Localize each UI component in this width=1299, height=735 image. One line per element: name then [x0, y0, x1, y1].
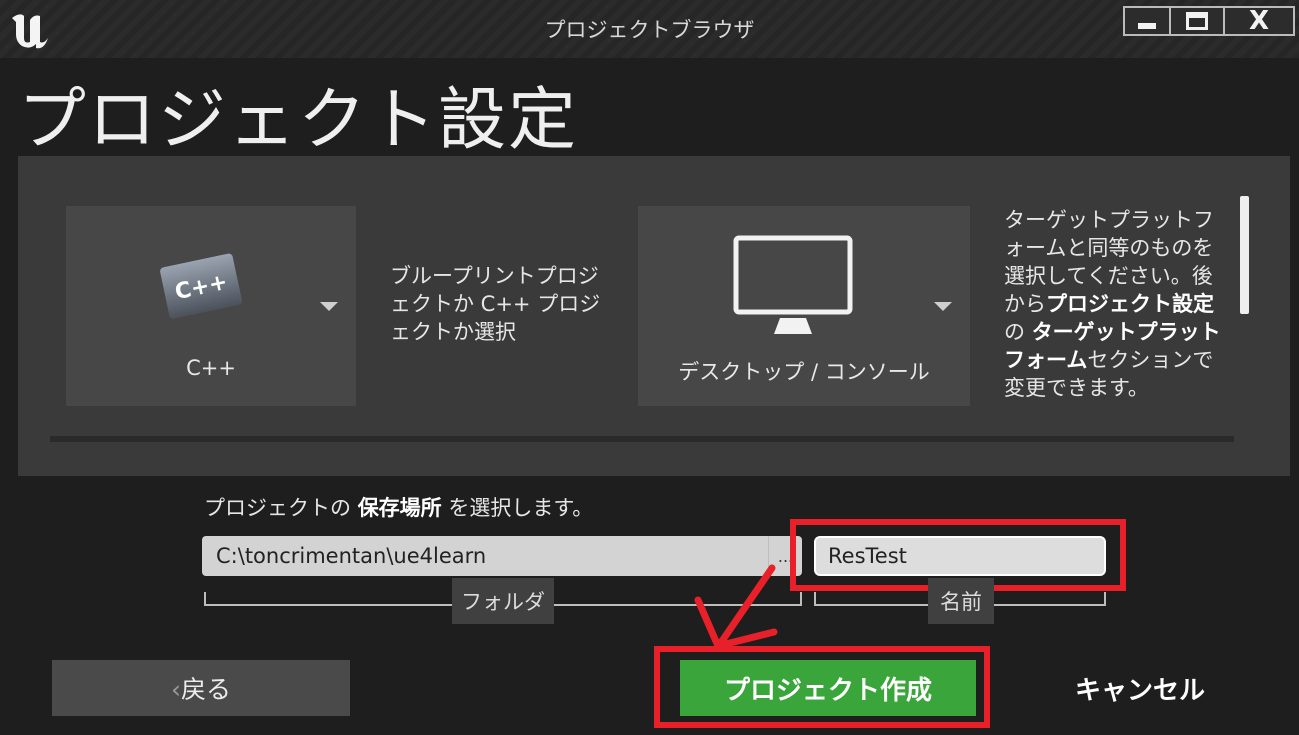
platform-desc-text: の	[1004, 320, 1032, 344]
title-bar: プロジェクトブラウザ X	[0, 0, 1299, 58]
back-button-label: 戻る	[180, 675, 231, 704]
annotation-arrow-icon	[694, 564, 778, 650]
close-icon: X	[1248, 6, 1270, 36]
window-controls: X	[1123, 6, 1295, 36]
maximize-button[interactable]	[1169, 6, 1225, 36]
name-label: 名前	[928, 578, 994, 624]
folder-label: フォルダ	[452, 578, 554, 624]
chevron-left-icon: ‹	[170, 675, 181, 704]
annotation-highlight-create	[654, 646, 990, 728]
panel-divider	[50, 436, 1234, 442]
target-platform-selector[interactable]: デスクトップ / コンソール	[638, 206, 970, 406]
project-type-selector[interactable]: C++ C++	[66, 206, 356, 406]
chevron-down-icon[interactable]	[320, 302, 338, 311]
project-settings-panel: C++ C++ ブループリントプロジェクトか C++ プロジェクトか選択 デスク…	[18, 156, 1290, 476]
location-caption: プロジェクトの 保存場所 を選択します。	[204, 492, 593, 522]
back-button[interactable]: ‹戻る	[52, 660, 350, 716]
scrollbar-thumb[interactable]	[1240, 196, 1249, 314]
cpp-file-icon: C++	[160, 253, 242, 319]
minimize-button[interactable]	[1123, 6, 1171, 36]
window-title: プロジェクトブラウザ	[544, 18, 755, 42]
maximize-icon	[1186, 12, 1208, 30]
minimize-icon	[1138, 23, 1156, 29]
platform-desc-bold: プロジェクト設定	[1046, 292, 1214, 316]
location-caption-text: プロジェクトの	[204, 496, 358, 520]
chevron-down-icon[interactable]	[934, 302, 952, 311]
monitor-icon	[733, 235, 853, 334]
location-caption-bold: 保存場所	[357, 496, 442, 520]
page-title: プロジェクト設定	[18, 81, 579, 160]
location-caption-text: を選択します。	[441, 496, 594, 520]
cancel-button[interactable]: キャンセル	[990, 660, 1290, 716]
target-platform-label: デスクトップ / コンソール	[678, 360, 930, 384]
project-type-label: C++	[186, 356, 236, 380]
close-button[interactable]: X	[1223, 6, 1295, 36]
target-platform-description: ターゲットプラットフォームと同等のものを選択してください。後からプロジェクト設定…	[1004, 206, 1228, 402]
project-type-description: ブループリントプロジェクトか C++ プロジェクトか選択	[390, 264, 601, 344]
